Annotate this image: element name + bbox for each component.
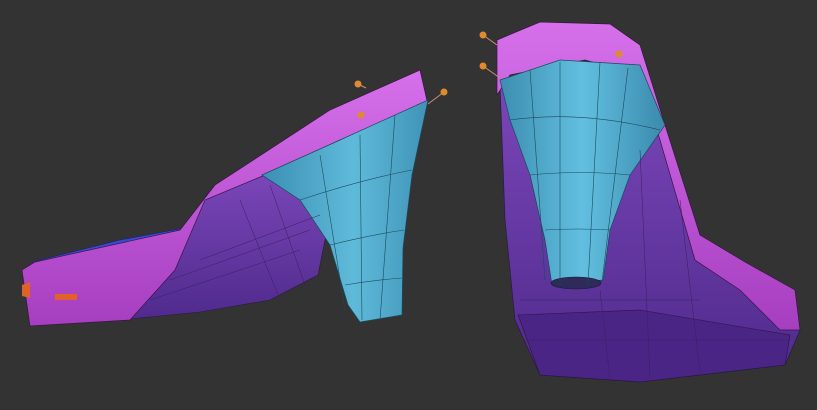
marker-handle[interactable] [354,80,362,88]
marker-handle[interactable] [479,31,487,39]
3d-viewport[interactable] [0,0,817,410]
marker-handle[interactable] [357,111,365,119]
right-shoe-heel-tip[interactable] [550,276,602,290]
marker-handle[interactable] [479,62,487,70]
scene-canvas[interactable] [0,0,817,410]
left-shoe-toe-tab[interactable] [55,294,77,300]
right-shoe-model[interactable] [496,21,801,383]
left-shoe-toe-accent[interactable] [22,282,30,298]
marker-handle[interactable] [440,88,448,96]
left-shoe-model[interactable] [21,69,429,327]
marker-handle[interactable] [615,50,623,58]
